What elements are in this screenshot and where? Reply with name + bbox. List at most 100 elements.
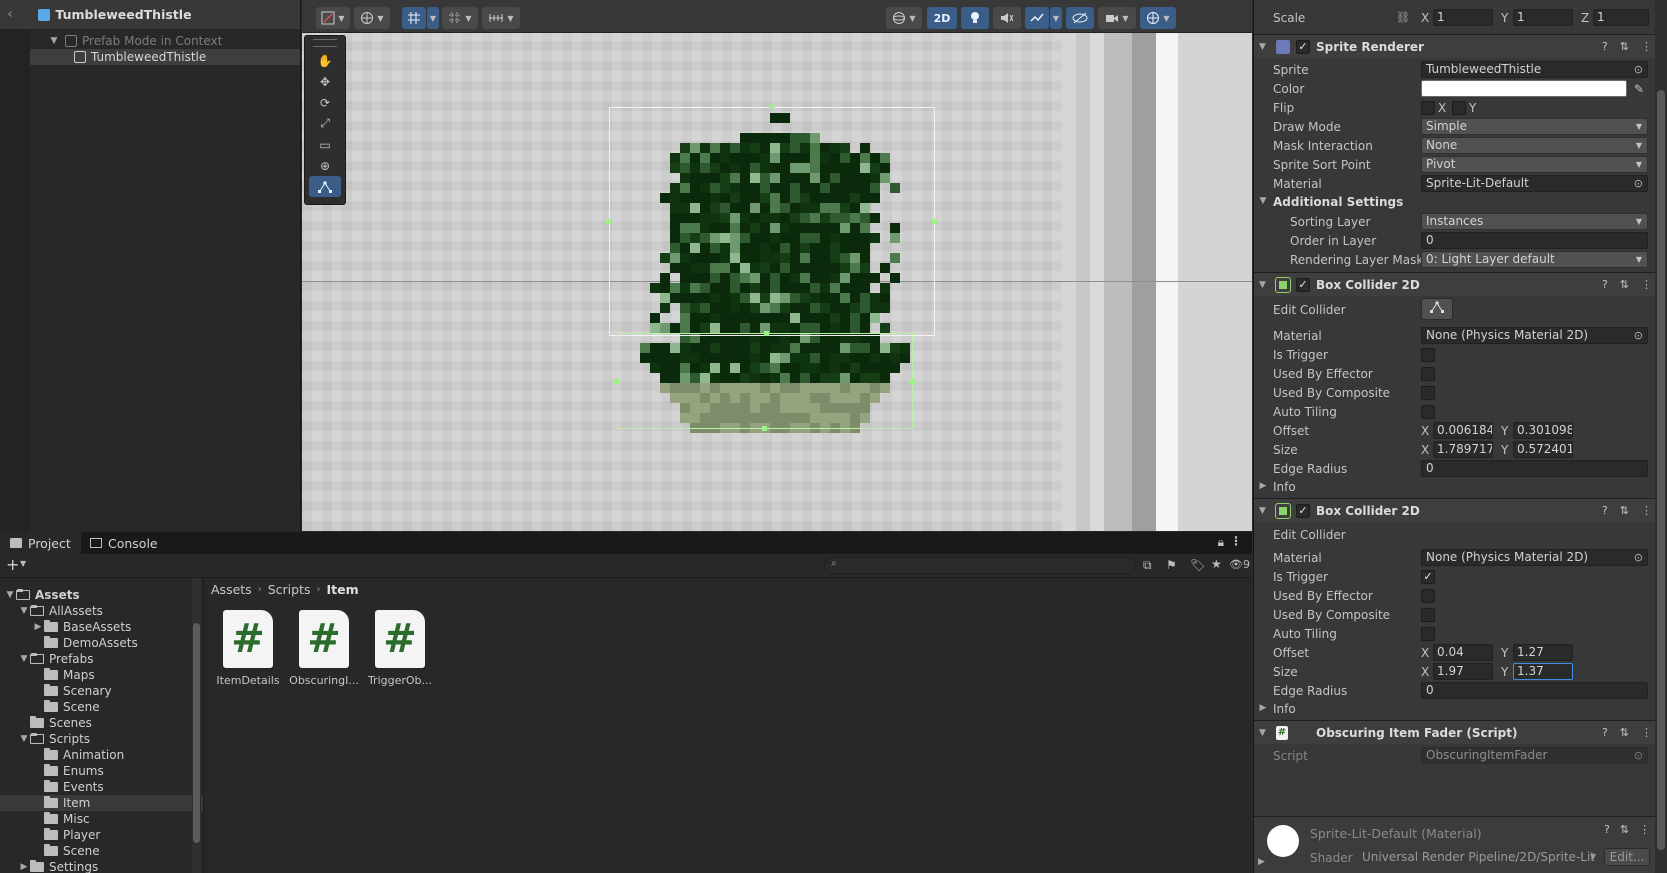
fold-arrow-icon[interactable]: ▼ (1257, 196, 1269, 206)
edit-collider-button[interactable] (1421, 298, 1453, 320)
tree-item[interactable]: ▼ AllAssets (0, 603, 203, 619)
size-x-field[interactable]: 1.97 (1433, 663, 1493, 680)
expand-arrow-icon[interactable]: ▶ (32, 622, 44, 632)
effects-dropdown[interactable]: ▼ (1050, 7, 1062, 29)
help-icon[interactable]: ? (1602, 504, 1608, 517)
sprite-renderer-enabled[interactable]: ✓ (1296, 40, 1310, 54)
sort-point-select[interactable]: Pivot (1421, 156, 1648, 173)
kebab-menu-icon[interactable]: ⋮ (1639, 823, 1650, 836)
effects-toggle-button[interactable] (1025, 7, 1049, 29)
bounds-handle-left[interactable] (606, 219, 611, 224)
tree-item[interactable]: Scene (0, 843, 203, 859)
rect-tool-icon[interactable]: ▭ (309, 134, 341, 155)
palette-grip[interactable] (313, 39, 337, 47)
kebab-menu-icon[interactable]: ⋮ (1641, 40, 1652, 53)
flip-y-checkbox[interactable] (1452, 101, 1466, 115)
fold-arrow-icon[interactable]: ▼ (1259, 506, 1266, 516)
tree-item[interactable]: Player (0, 827, 203, 843)
tab-project[interactable]: Project (0, 532, 81, 554)
hidden-packages-toggle[interactable]: 👁︎9 (1229, 558, 1250, 571)
fold-arrow-icon[interactable]: ▼ (1259, 728, 1266, 738)
help-icon[interactable]: ? (1602, 40, 1608, 53)
project-search-input[interactable]: ⌕ (824, 557, 1136, 574)
help-icon[interactable]: ? (1602, 278, 1608, 291)
breadcrumb-assets[interactable]: Assets (211, 582, 252, 597)
asset-tile[interactable]: # ItemDetails (208, 610, 288, 687)
tree-item[interactable]: Scene (0, 699, 203, 715)
hierarchy-item-selected[interactable]: TumbleweedThistle (0, 49, 300, 65)
collider-handle-bottom[interactable] (762, 426, 767, 431)
help-icon[interactable]: ? (1604, 823, 1610, 836)
audio-toggle-button[interactable] (993, 7, 1021, 29)
eyedropper-icon[interactable]: ✎ (1634, 82, 1644, 96)
fold-arrow-icon[interactable]: ▶ (1258, 857, 1265, 867)
offset-y-field[interactable]: 1.27 (1513, 644, 1573, 661)
inspector-scrollbar[interactable] (1655, 0, 1667, 873)
rotate-tool-icon[interactable]: ⟳ (309, 92, 341, 113)
transform-tool-icon[interactable]: ⊕ (309, 155, 341, 176)
draw-gizmo-button[interactable]: ▼ (886, 7, 922, 29)
rendering-layer-mask-select[interactable]: 0: Light Layer default (1421, 251, 1648, 268)
tree-item[interactable]: Animation (0, 747, 203, 763)
expand-arrow-icon[interactable]: ▼ (18, 606, 30, 616)
presets-icon[interactable]: ⇅ (1620, 726, 1629, 739)
2d-mode-button[interactable]: 2D (927, 7, 957, 29)
used-by-composite-checkbox[interactable] (1421, 386, 1435, 400)
script-component-header[interactable]: ▼ # Obscuring Item Fader (Script) ? ⇅ ⋮ (1254, 720, 1667, 744)
sorting-layer-select[interactable]: Instances (1421, 213, 1648, 230)
kebab-menu-icon[interactable]: ⋮ (1641, 726, 1652, 739)
flip-x-checkbox[interactable] (1421, 101, 1435, 115)
offset-y-field[interactable]: 0.301098 (1513, 422, 1573, 439)
fold-arrow-icon[interactable]: ▼ (1259, 280, 1266, 290)
collider-handle-right[interactable] (910, 379, 915, 384)
shader-edit-button[interactable]: Edit... (1604, 848, 1650, 866)
sprite-field[interactable]: TumbleweedThistle (1421, 61, 1648, 78)
physics-material-field[interactable]: None (Physics Material 2D) (1421, 549, 1648, 566)
size-y-field[interactable]: 0.572401 (1513, 441, 1573, 458)
is-trigger-checkbox[interactable] (1421, 348, 1435, 362)
collider-handle-top[interactable] (764, 331, 769, 336)
shader-select[interactable]: Universal Render Pipeline/2D/Sprite-Lit (1358, 848, 1594, 866)
scene-view[interactable]: ✋ ✥ ⟳ ⤢ ▭ ⊕ (302, 33, 1252, 531)
mask-interaction-select[interactable]: None (1421, 137, 1648, 154)
offset-x-field[interactable]: 0.04 (1433, 644, 1493, 661)
favorite-star-icon[interactable]: ★ (1211, 557, 1222, 571)
collider-handle-left[interactable] (614, 379, 619, 384)
prefab-context-row[interactable]: ▼ Prefab Mode in Context (0, 33, 300, 49)
expand-arrow-icon[interactable]: ▼ (48, 36, 60, 46)
expand-arrow-icon[interactable]: ▼ (18, 654, 30, 664)
presets-icon[interactable]: ⇅ (1620, 504, 1629, 517)
link-icon[interactable]: ⛓︎ (1396, 11, 1410, 24)
lock-icon[interactable]: 🔒︎ (1218, 535, 1224, 550)
auto-tiling-checkbox[interactable] (1421, 627, 1435, 641)
size-x-field[interactable]: 1.789717 (1433, 441, 1493, 458)
camera-settings-button[interactable]: ▼ (1098, 7, 1136, 29)
move-tool-icon[interactable]: ✥ (309, 71, 341, 92)
tree-item[interactable]: ▶ Settings (0, 859, 203, 873)
tree-item[interactable]: ▼ Assets (0, 587, 203, 603)
scale-z-field[interactable]: 1 (1593, 9, 1649, 26)
scale-x-field[interactable]: 1 (1433, 9, 1493, 26)
scale-y-field[interactable]: 1 (1513, 9, 1573, 26)
tree-item[interactable]: Item (0, 795, 203, 811)
grid-visibility-button[interactable]: ▼ (442, 7, 478, 29)
box-collider-2-header[interactable]: ▼ ✓ Box Collider 2D ? ⇅ ⋮ (1254, 498, 1667, 522)
bounds-handle-top[interactable] (769, 104, 774, 109)
box-collider-1-header[interactable]: ▼ ✓ Box Collider 2D ? ⇅ ⋮ (1254, 272, 1667, 296)
presets-icon[interactable]: ⇅ (1620, 823, 1629, 836)
used-by-composite-checkbox[interactable] (1421, 608, 1435, 622)
search-by-type-icon[interactable]: ⧉ (1143, 558, 1152, 573)
hand-tool-icon[interactable]: ✋ (309, 50, 341, 71)
additional-settings-foldout[interactable]: ▼ Additional Settings (1254, 193, 1654, 212)
offset-x-field[interactable]: 0.006184 (1433, 422, 1493, 439)
box-collider-1-enabled[interactable]: ✓ (1296, 278, 1310, 292)
box-collider-2-enabled[interactable]: ✓ (1296, 504, 1310, 518)
used-by-effector-checkbox[interactable] (1421, 367, 1435, 381)
is-trigger-checkbox[interactable]: ✓ (1421, 570, 1435, 584)
hidden-objects-toggle[interactable] (1066, 7, 1094, 29)
expand-arrow-icon[interactable]: ▼ (4, 590, 16, 600)
increment-snap-button[interactable]: ▼ (482, 7, 520, 29)
lighting-toggle-button[interactable] (961, 7, 989, 29)
size-y-field[interactable]: 1.37 (1513, 663, 1573, 680)
presets-icon[interactable]: ⇅ (1620, 40, 1629, 53)
